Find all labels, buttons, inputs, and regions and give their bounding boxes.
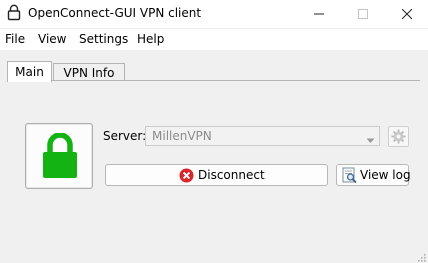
minimize-icon bbox=[314, 13, 324, 15]
tab-vpn-info[interactable]: VPN Info bbox=[53, 63, 125, 81]
minimize-button[interactable] bbox=[296, 0, 342, 28]
view-log-button[interactable]: View log bbox=[336, 164, 411, 187]
menu-file[interactable]: File bbox=[5, 32, 25, 46]
menu-settings[interactable]: Settings bbox=[79, 32, 128, 46]
app-window: OpenConnect-GUI VPN client File View Set… bbox=[0, 0, 428, 263]
connection-status-button[interactable] bbox=[25, 123, 93, 189]
gear-icon bbox=[391, 129, 406, 144]
server-settings-button[interactable] bbox=[388, 126, 409, 147]
close-icon bbox=[402, 9, 412, 19]
menu-help[interactable]: Help bbox=[137, 32, 164, 46]
tab-main[interactable]: Main bbox=[7, 61, 52, 82]
menu-view[interactable]: View bbox=[38, 32, 66, 46]
view-log-label: View log bbox=[360, 168, 411, 182]
chevron-down-icon bbox=[366, 133, 375, 147]
log-search-icon bbox=[342, 167, 358, 187]
red-x-circle-icon bbox=[179, 168, 194, 186]
disconnect-label: Disconnect bbox=[198, 168, 265, 182]
window-title: OpenConnect-GUI VPN client bbox=[28, 6, 202, 20]
resize-grip[interactable] bbox=[416, 251, 426, 262]
server-select[interactable]: MillenVPN bbox=[145, 126, 380, 146]
close-button[interactable] bbox=[384, 0, 428, 28]
menu-bar: File View Settings Help bbox=[0, 29, 428, 50]
server-label: Server: bbox=[103, 129, 147, 143]
padlock-outline-icon bbox=[6, 4, 22, 21]
disconnect-button[interactable]: Disconnect bbox=[105, 164, 328, 186]
maximize-icon bbox=[358, 9, 368, 19]
server-select-value: MillenVPN bbox=[152, 129, 212, 143]
title-bar[interactable]: OpenConnect-GUI VPN client bbox=[0, 0, 428, 28]
maximize-button[interactable] bbox=[340, 0, 386, 28]
padlock-locked-icon bbox=[43, 133, 77, 178]
